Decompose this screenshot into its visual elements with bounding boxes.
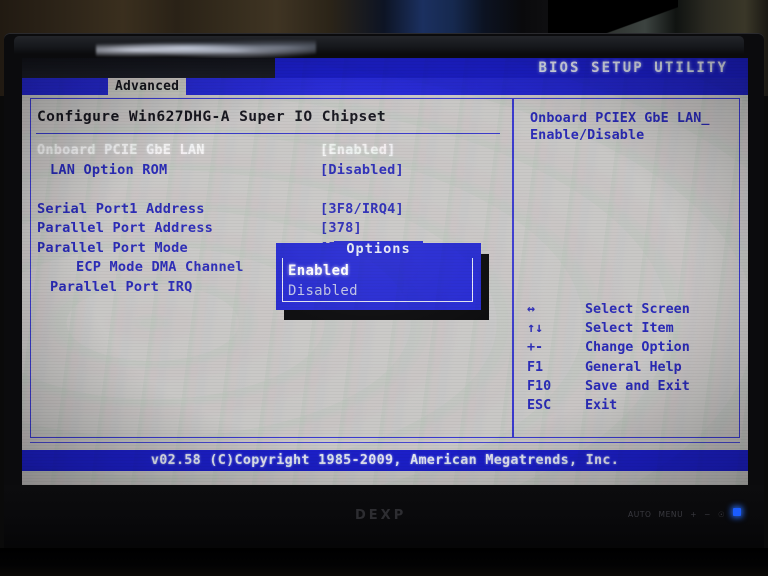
setting-value[interactable]: [Enabled] [320,143,395,158]
setting-row[interactable]: Parallel Port Address [378] [22,220,512,242]
section-divider [36,133,500,134]
setting-row[interactable]: LAN Option ROM [Disabled] [22,161,512,184]
help-text: Onboard PCIEX GbE LAN_ Enable/Disable [530,110,730,144]
options-popup[interactable]: Options Enabled Disabled [276,241,481,310]
osd-button[interactable]: AUTO [628,510,652,519]
legend-row: F10 Save and Exit [527,378,737,399]
lcd-panel: BIOS SETUP UTILITY Advanced Configure Wi… [22,58,748,485]
legend-row: F1 General Help [527,359,737,380]
monitor-brand-logo: DEXP [355,508,407,523]
legend-description: General Help [585,359,682,375]
legend-key: +- [527,340,544,356]
options-popup-title-text: Options [334,241,423,257]
photograph-of-monitor: BIOS SETUP UTILITY Advanced Configure Wi… [0,0,768,576]
setting-label: Parallel Port IRQ [50,278,193,295]
bezel-top-sheen [14,36,744,54]
panel-divider [512,99,514,438]
osd-button[interactable]: + [690,510,697,519]
option-item-disabled[interactable]: Disabled [288,284,358,298]
legend-description: Change Option [585,340,690,356]
legend-row: ↑↓ Select Item [527,322,737,341]
option-item-enabled[interactable]: Enabled [288,264,349,278]
legend-key: ↑↓ [527,321,544,337]
setting-label: ECP Mode DMA Channel [76,259,244,275]
setting-label: Parallel Port Mode [37,239,188,256]
options-popup-title: Options [276,241,481,258]
monitor-osd-buttons[interactable]: AUTO MENU + − ☉ [628,510,732,519]
osd-button[interactable]: MENU [659,510,684,519]
footer-divider [30,442,740,443]
setting-value[interactable]: [378] [320,221,362,236]
setting-label: Serial Port1 Address [37,200,205,217]
power-led-icon [733,508,741,516]
legend-key: F1 [527,359,544,375]
legend-row: +- Change Option [527,341,737,360]
legend-key: ESC [527,397,552,413]
page-title: BIOS SETUP UTILITY [538,60,728,76]
setting-value[interactable]: [Disabled] [320,163,404,178]
setting-label: LAN Option ROM [50,161,168,178]
legend-row: ↔ Select Screen [527,303,737,322]
tab-advanced[interactable]: Advanced [108,78,187,95]
legend-description: Save and Exit [585,378,690,394]
legend-row: ESC Exit [527,399,737,418]
setting-value[interactable]: [3F8/IRQ4] [320,202,404,217]
settings-spacer [22,183,512,203]
legend-key: ↔ [527,302,536,317]
help-line-1: Onboard PCIEX GbE LAN_ [530,111,710,126]
setting-label: Onboard PCIE GbE LAN [37,142,205,158]
key-legend: ↔ Select Screen ↑↓ Select Item +- Change Opti… [527,303,737,418]
legend-description: Select Screen [585,302,690,317]
osd-button[interactable]: ☉ [718,510,725,519]
legend-description: Exit [585,397,618,413]
legend-description: Select Item [585,321,674,337]
setting-label: Parallel Port Address [37,220,214,236]
footer-copyright: v02.58 (C)Copyright 1985-2009, American … [22,450,748,471]
section-title: Configure Win627DHG-A Super IO Chipset [37,108,387,125]
osd-button[interactable]: − [704,510,711,519]
desk-shadow [0,548,768,576]
help-line-2: Enable/Disable [530,128,645,143]
bios-setup-screen: BIOS SETUP UTILITY Advanced Configure Wi… [22,58,748,485]
setting-row[interactable]: Onboard PCIE GbE LAN [Enabled] [22,142,512,164]
legend-key: F10 [527,378,552,394]
